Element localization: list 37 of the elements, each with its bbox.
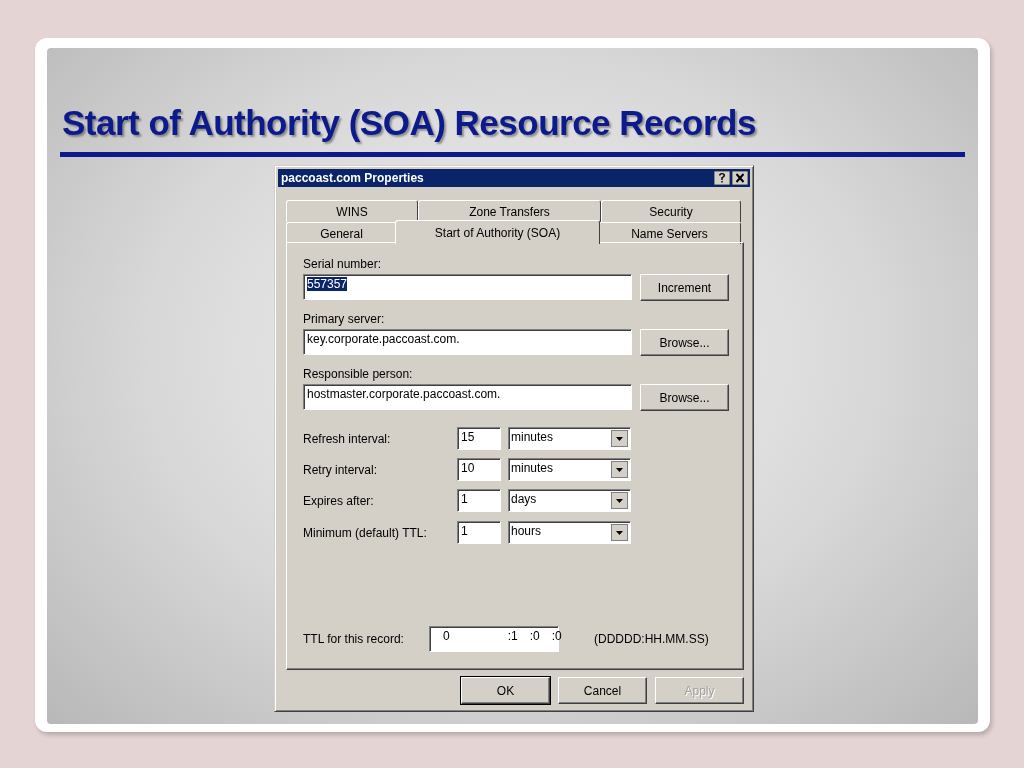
text-field[interactable]: key.corporate.paccoast.com. (303, 329, 632, 355)
action-button[interactable]: Browse... (640, 329, 729, 356)
number-field[interactable]: 1 (457, 521, 501, 544)
field-label: Responsible person: (303, 367, 414, 381)
unit-dropdown[interactable]: days (508, 489, 631, 512)
tab[interactable]: Start of Authority (SOA) (395, 220, 600, 244)
unit-dropdown[interactable]: minutes (508, 427, 631, 450)
format-hint: (DDDDD:HH.MM.SS) (594, 632, 709, 646)
field-label: Expires after: (303, 493, 375, 508)
tab[interactable]: Security (601, 200, 741, 222)
tab[interactable]: Zone Transfers (418, 200, 601, 222)
window-title: paccoast.com Properties (281, 171, 425, 185)
field-label: Retry interval: (303, 462, 379, 477)
field-value: key.corporate.paccoast.com. (307, 332, 460, 346)
number-field[interactable]: 1 (457, 489, 501, 512)
slide-title: Start of Authority (SOA) Resource Records (62, 103, 757, 143)
text-field[interactable]: hostmaster.corporate.paccoast.com. (303, 384, 632, 410)
number-field[interactable]: 10 (457, 458, 501, 481)
help-icon[interactable] (714, 171, 730, 185)
field-label: Serial number: (303, 257, 383, 271)
number-field[interactable]: 15 (457, 427, 501, 450)
close-icon[interactable] (732, 171, 748, 185)
field-label: Minimum (default) TTL: (303, 525, 428, 540)
tab[interactable]: Name Servers (598, 222, 741, 244)
unit-dropdown[interactable]: minutes (508, 458, 631, 481)
tab[interactable]: WINS (286, 200, 418, 222)
action-button[interactable]: Browse... (640, 384, 729, 411)
field-label: Primary server: (303, 312, 386, 326)
action-button[interactable]: Increment (640, 274, 729, 301)
dialog-button[interactable]: Cancel (558, 677, 647, 704)
text-field[interactable]: 557357 (303, 274, 632, 300)
unit-dropdown[interactable]: hours (508, 521, 631, 544)
field-value: hostmaster.corporate.paccoast.com. (307, 387, 501, 401)
field-label: Refresh interval: (303, 431, 392, 446)
field-label: TTL for this record: (303, 632, 405, 646)
field-value: 557357 (307, 277, 348, 291)
dialog-button[interactable]: OK (461, 677, 550, 704)
